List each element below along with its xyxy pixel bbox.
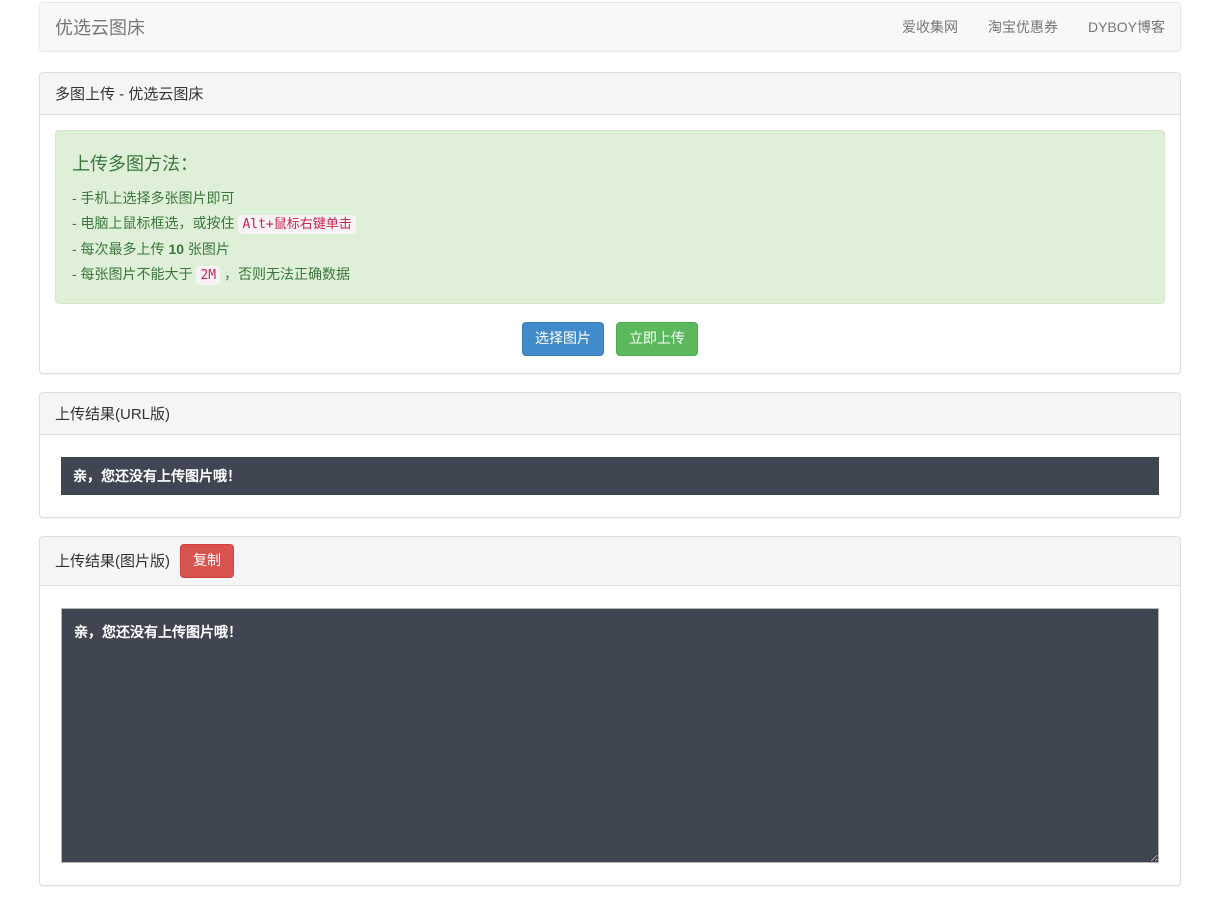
- nav-link-dyboy-blog[interactable]: DYBOY博客: [1073, 3, 1180, 51]
- upload-instructions-alert: 上传多图方法： - 手机上选择多张图片即可 - 电脑上鼠标框选，或按住 Alt+…: [55, 130, 1165, 304]
- shortcut-code: Alt+鼠标右键单击: [238, 215, 355, 234]
- image-result-heading: 上传结果(图片版) 复制: [40, 537, 1180, 586]
- upload-panel-heading: 多图上传 - 优选云图床: [40, 73, 1180, 115]
- url-result-empty-message: 亲，您还没有上传图片哦！: [61, 457, 1159, 495]
- instruction-line-2: - 电脑上鼠标框选，或按住 Alt+鼠标右键单击: [72, 211, 1148, 237]
- url-result-heading: 上传结果(URL版): [40, 393, 1180, 435]
- copy-button[interactable]: 复制: [180, 544, 234, 578]
- navbar: 优选云图床 爱收集网 淘宝优惠券 DYBOY博客: [39, 2, 1181, 52]
- instruction-line-4: - 每张图片不能大于 2M ，否则无法正确数据: [72, 262, 1148, 288]
- upload-panel: 多图上传 - 优选云图床 上传多图方法： - 手机上选择多张图片即可 - 电脑上…: [39, 72, 1181, 374]
- navbar-links: 爱收集网 淘宝优惠券 DYBOY博客: [887, 3, 1180, 51]
- upload-now-button[interactable]: 立即上传: [616, 322, 698, 356]
- image-result-body: 亲，您还没有上传图片哦！: [40, 586, 1180, 885]
- nav-link-aishouji[interactable]: 爱收集网: [887, 3, 973, 51]
- upload-buttons-row: 选择图片 立即上传: [55, 322, 1165, 356]
- max-count-value: 10: [168, 241, 184, 257]
- brand-link[interactable]: 优选云图床: [40, 14, 160, 40]
- nav-link-taobao-coupon[interactable]: 淘宝优惠券: [973, 3, 1073, 51]
- instruction-line-1: - 手机上选择多张图片即可: [72, 186, 1148, 211]
- url-result-panel: 上传结果(URL版) 亲，您还没有上传图片哦！: [39, 392, 1181, 518]
- select-images-button[interactable]: 选择图片: [522, 322, 604, 356]
- image-result-panel: 上传结果(图片版) 复制 亲，您还没有上传图片哦！: [39, 536, 1181, 886]
- image-result-textarea[interactable]: 亲，您还没有上传图片哦！: [61, 608, 1159, 863]
- instruction-line-3: - 每次最多上传 10 张图片: [72, 237, 1148, 262]
- instructions-title: 上传多图方法：: [72, 150, 1148, 176]
- page-container: 优选云图床 爱收集网 淘宝优惠券 DYBOY博客 多图上传 - 优选云图床 上传…: [39, 2, 1181, 917]
- url-result-title: 上传结果(URL版): [55, 403, 170, 424]
- image-result-title: 上传结果(图片版): [55, 550, 170, 571]
- upload-panel-body: 上传多图方法： - 手机上选择多张图片即可 - 电脑上鼠标框选，或按住 Alt+…: [40, 115, 1180, 373]
- upload-panel-title: 多图上传 - 优选云图床: [55, 83, 203, 104]
- max-size-code: 2M: [196, 266, 220, 285]
- url-result-body: 亲，您还没有上传图片哦！: [40, 435, 1180, 517]
